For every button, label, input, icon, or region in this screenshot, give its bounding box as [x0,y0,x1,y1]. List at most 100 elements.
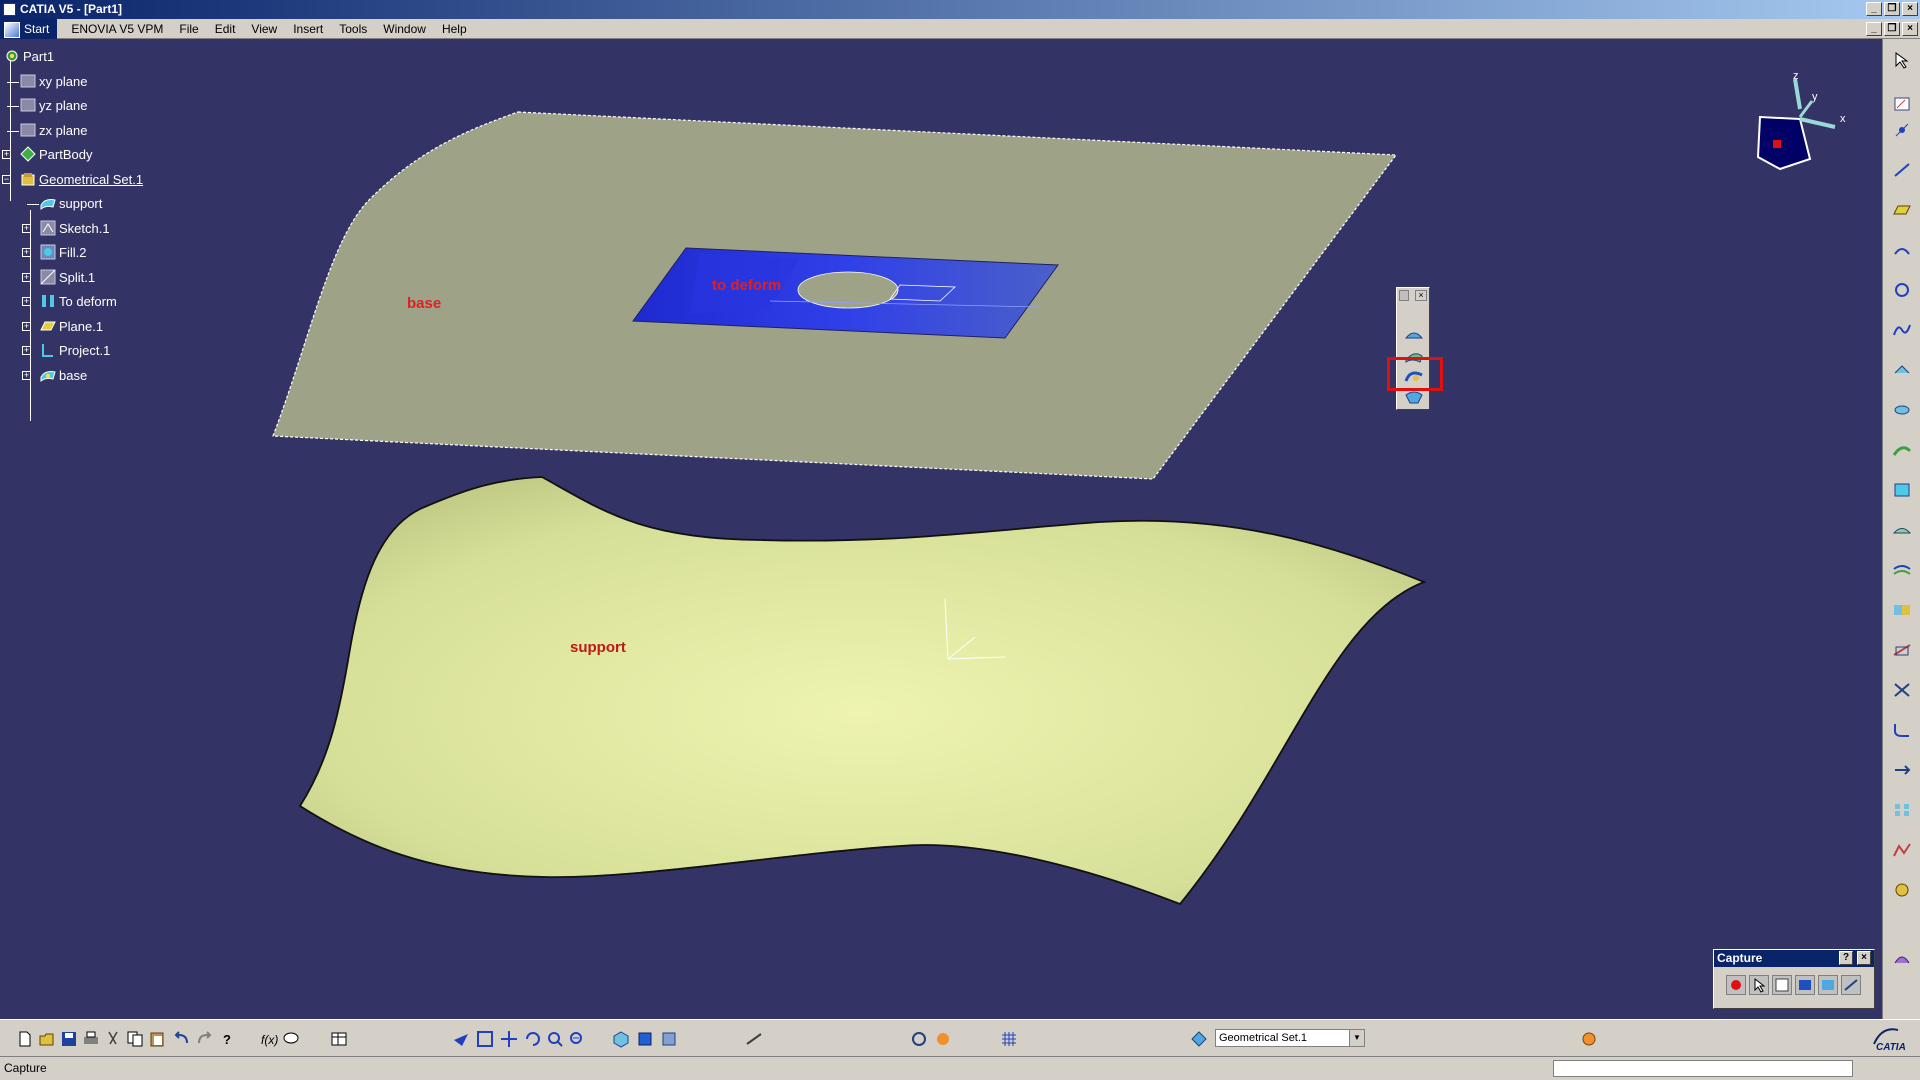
copy-icon[interactable] [126,1030,144,1048]
minimize-button[interactable]: _ [1866,2,1882,16]
tree-item-zx-plane[interactable]: zx plane [4,119,143,144]
expand-partbody-button[interactable]: + [2,150,11,159]
pattern-icon[interactable] [1892,801,1912,819]
expand-to-deform-button[interactable]: + [22,297,31,306]
tree-item-partbody[interactable]: + PartBody [2,143,143,168]
extrude-icon[interactable] [1892,361,1912,379]
menu-tools[interactable]: Tools [331,19,375,39]
new-icon[interactable] [16,1030,34,1048]
rotate-icon[interactable] [524,1030,542,1048]
3d-viewport[interactable]: base to deform support z y x Part1 xy pl… [0,39,1882,1019]
loft-icon[interactable] [1892,521,1912,539]
options-icon[interactable] [1772,975,1792,995]
spiral-icon[interactable] [910,1030,928,1048]
print-icon[interactable] [82,1030,100,1048]
redo-icon[interactable] [196,1030,214,1048]
line-icon[interactable] [1892,161,1912,179]
shape-morphing-icon[interactable] [1404,326,1424,344]
undo-icon[interactable] [172,1030,190,1048]
tree-item-project[interactable]: + Project.1 [4,339,143,364]
save-capture-icon[interactable] [1841,975,1861,995]
fill-tool-icon[interactable] [1892,481,1912,499]
analysis-icon[interactable] [1892,949,1912,967]
trim-icon[interactable] [1892,681,1912,699]
fit-all-icon[interactable] [476,1030,494,1048]
current-set-combo[interactable]: Geometrical Set.1 ▼ [1215,1029,1365,1047]
offset-icon[interactable] [1892,561,1912,579]
spline-icon[interactable] [1892,321,1912,339]
save-icon[interactable] [60,1030,78,1048]
capture-image-icon[interactable] [1795,975,1815,995]
capture-close-button[interactable]: × [1857,951,1871,965]
expand-sketch-button[interactable]: + [22,223,31,233]
record-icon[interactable] [1726,975,1746,995]
toolbar-end-icon[interactable] [1580,1030,1598,1048]
menu-enovia[interactable]: ENOVIA V5 VPM [63,19,171,39]
expand-fill-button[interactable]: + [22,248,31,257]
restore-button[interactable]: ❐ [1884,2,1900,16]
capture-title-bar[interactable]: Capture ? × [1714,950,1874,967]
grid-icon[interactable] [1000,1030,1018,1048]
select-icon[interactable] [1892,51,1912,69]
tree-item-to-deform[interactable]: + To deform [4,290,143,315]
tree-root[interactable]: Part1 [4,45,143,70]
translate-icon[interactable] [1892,761,1912,779]
tree-item-sketch[interactable]: + Sketch.1 [4,217,143,242]
work-object-icon[interactable] [1190,1030,1208,1048]
expand-plane-button[interactable]: + [22,321,31,331]
album-icon[interactable] [1818,975,1838,995]
doc-restore-button[interactable]: ❐ [1884,22,1900,36]
support-surface[interactable] [298,476,1427,906]
palette-grip[interactable] [1399,290,1409,301]
sketcher-icon[interactable] [1892,95,1912,113]
cut-icon[interactable] [104,1030,122,1048]
doc-minimize-button[interactable]: _ [1866,22,1882,36]
formula-icon[interactable]: f(x) [260,1030,278,1048]
menu-view[interactable]: View [243,19,285,39]
circle-icon[interactable] [1892,281,1912,299]
help-icon[interactable]: ? [220,1030,238,1048]
expand-split-button[interactable]: + [22,272,31,282]
pan-icon[interactable] [500,1030,518,1048]
paste-icon[interactable] [148,1030,166,1048]
tree-item-geometrical-set[interactable]: − Geometrical Set.1 [2,168,143,193]
plane-tool-icon[interactable] [1892,201,1912,219]
tree-item-plane[interactable]: + Plane.1 [4,315,143,340]
tree-item-support[interactable]: support [4,192,143,217]
tree-item-base[interactable]: + base [4,364,143,389]
measure-icon[interactable] [745,1030,763,1048]
open-icon[interactable] [38,1030,56,1048]
palette-close-button[interactable]: × [1415,290,1427,301]
table-icon[interactable] [330,1030,348,1048]
tree-item-yz-plane[interactable]: yz plane [4,94,143,119]
chevron-down-icon[interactable]: ▼ [1349,1030,1364,1046]
split-tool-icon[interactable] [1892,641,1912,659]
view-iso-icon[interactable] [612,1030,630,1048]
menu-help[interactable]: Help [434,19,475,39]
revolve-icon[interactable] [1892,401,1912,419]
scene-canvas[interactable] [0,39,1882,1019]
doc-close-button[interactable]: × [1902,22,1918,36]
join-icon[interactable] [1892,601,1912,619]
point-icon[interactable] [1892,121,1912,139]
comment-icon[interactable] [282,1030,300,1048]
collapse-geometrical-set-button[interactable]: − [2,174,11,184]
tree-item-fill[interactable]: + Fill.2 [4,241,143,266]
zoom-out-icon[interactable] [568,1030,586,1048]
fillet-icon[interactable] [1892,721,1912,739]
knowledge-icon[interactable] [1892,881,1912,899]
select-mode-icon[interactable] [1749,975,1769,995]
expand-base-button[interactable]: + [22,370,31,380]
command-input[interactable] [1553,1060,1853,1077]
menu-window[interactable]: Window [375,19,434,39]
catia-app-icon[interactable] [3,3,16,16]
menu-insert[interactable]: Insert [285,19,331,39]
sweep-icon[interactable] [1892,441,1912,459]
menu-start[interactable]: Start [0,18,58,39]
capture-help-button[interactable]: ? [1839,951,1853,965]
sun-icon[interactable] [934,1030,952,1048]
hide-show-icon[interactable] [660,1030,678,1048]
compass-icon[interactable] [1756,78,1836,171]
zoom-in-icon[interactable] [546,1030,564,1048]
menu-edit[interactable]: Edit [207,19,244,39]
